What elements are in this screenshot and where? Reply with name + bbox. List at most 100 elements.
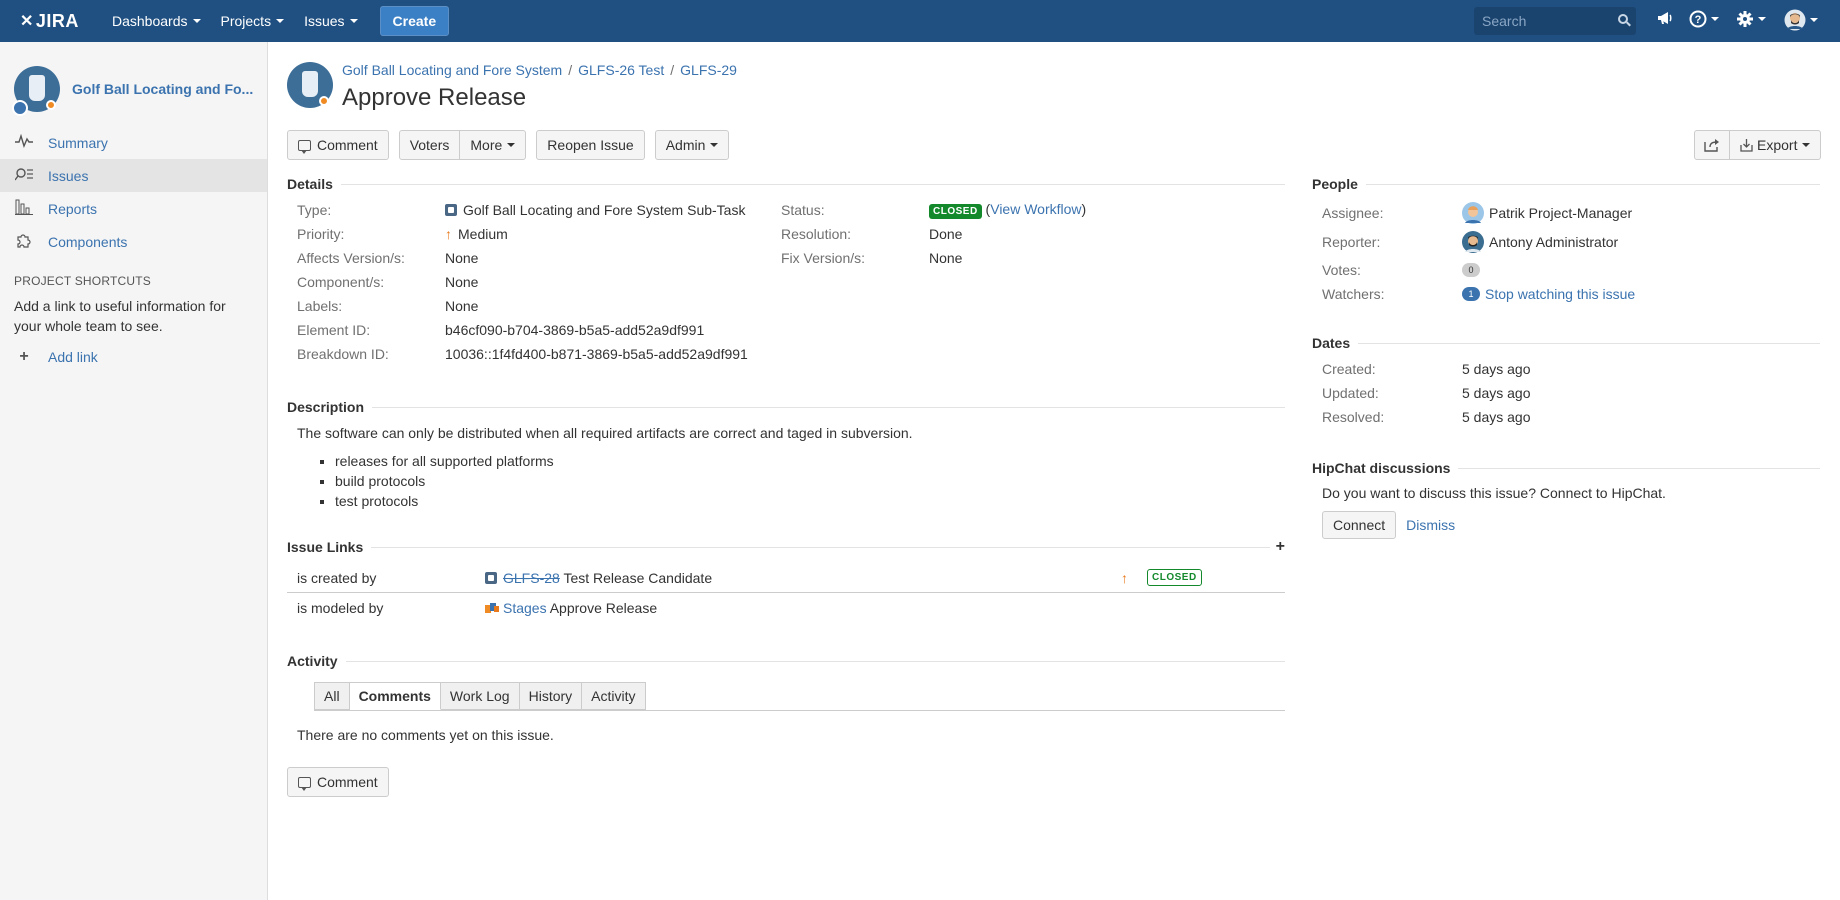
view-workflow-link[interactable]: View Workflow: [990, 201, 1081, 217]
dismiss-link[interactable]: Dismiss: [1406, 517, 1455, 533]
tab-history[interactable]: History: [519, 682, 583, 710]
voters-more-group: Voters More: [398, 130, 527, 160]
watchers-count-badge[interactable]: 1: [1462, 287, 1480, 301]
linked-issue-key[interactable]: GLFS-28: [503, 570, 560, 586]
hipchat-heading: HipChat discussions: [1312, 460, 1820, 476]
voters-button[interactable]: Voters: [398, 130, 461, 160]
sidebar-item-label: Components: [48, 233, 128, 250]
activity-heading: Activity: [287, 653, 1285, 669]
project-badge-icon: [46, 100, 56, 110]
details-left-column: Type: Golf Ball Locating and Fore System …: [287, 198, 781, 366]
sidebar-item-reports[interactable]: Reports: [0, 192, 267, 225]
watchers-row: Watchers: 1 Stop watching this issue: [1322, 286, 1636, 302]
resolved-row: Resolved: 5 days ago: [1322, 409, 1531, 425]
user-avatar[interactable]: [1784, 9, 1818, 31]
create-button[interactable]: Create: [379, 6, 450, 36]
description-bullet: releases for all supported platforms: [335, 451, 1285, 471]
nav-dashboards[interactable]: Dashboards: [112, 0, 201, 42]
votes-row: Votes: 0: [1322, 256, 1820, 283]
assignee-row: Assignee: Patrik Project-Manager: [1322, 198, 1820, 227]
detail-breakdown-id: Breakdown ID: 10036::1f4fd400-b871-3869-b…: [297, 346, 748, 362]
admin-button[interactable]: Admin: [654, 130, 730, 160]
activity-module: Activity All Comments Work Log History A…: [287, 653, 1285, 797]
tab-comments[interactable]: Comments: [349, 682, 441, 710]
nav-issues[interactable]: Issues: [304, 0, 358, 42]
breadcrumb-separator: /: [670, 62, 675, 78]
breadcrumb-project[interactable]: Golf Ball Locating and Fore System: [342, 62, 562, 78]
reporter-name[interactable]: Antony Administrator: [1489, 234, 1618, 250]
votes-count-badge[interactable]: 0: [1462, 262, 1480, 277]
gear-icon[interactable]: [1736, 10, 1766, 28]
tab-all[interactable]: All: [314, 682, 350, 710]
reopen-issue-button[interactable]: Reopen Issue: [536, 130, 645, 160]
add-link-label: Add link: [48, 349, 98, 365]
plus-icon: +: [19, 348, 29, 365]
chevron-down-icon: [710, 143, 719, 147]
add-link-plus-icon[interactable]: +: [1276, 538, 1285, 556]
search-input[interactable]: Search: [1474, 7, 1636, 35]
search-placeholder: Search: [1482, 13, 1527, 29]
add-comment-button[interactable]: Comment: [287, 767, 389, 797]
chevron-down-icon: [1758, 17, 1766, 21]
help-icon[interactable]: ?: [1689, 10, 1719, 28]
description-body[interactable]: The software can only be distributed whe…: [287, 423, 1285, 511]
sidebar-nav: Summary Issues Reports Components: [0, 126, 267, 258]
search-icon: [1618, 14, 1628, 24]
activity-tabs-bar: All Comments Work Log History Activity: [314, 682, 1285, 711]
share-button[interactable]: [1694, 130, 1730, 160]
tab-activity[interactable]: Activity: [582, 682, 646, 710]
people-heading: People: [1312, 176, 1820, 192]
breadcrumb-issue-key[interactable]: GLFS-29: [680, 62, 737, 78]
project-shortcuts-text: Add a link to useful information for you…: [14, 298, 226, 334]
reports-icon: [14, 199, 34, 219]
project-sidebar: Golf Ball Locating and Fo... Summary Iss…: [0, 42, 268, 900]
sidebar-item-label: Issues: [48, 167, 89, 184]
subtask-icon: [485, 571, 497, 584]
detail-element-id: Element ID: b46cf090-b704-3869-b5a5-add52…: [297, 322, 705, 338]
export-button-label: Export: [1757, 137, 1798, 153]
megaphone-icon[interactable]: [1656, 10, 1674, 26]
people-module: People Assignee: Patrik Project-Manager …: [1312, 176, 1820, 305]
updated-row: Updated: 5 days ago: [1322, 385, 1531, 401]
reporter-avatar: [1462, 230, 1484, 253]
chevron-down-icon: [276, 19, 285, 23]
jira-logo[interactable]: ✕ JIRA: [20, 11, 80, 32]
detail-affects-version: Affects Version/s: None: [297, 250, 479, 266]
project-name[interactable]: Golf Ball Locating and Fo...: [72, 81, 253, 97]
add-link-button[interactable]: + Add link: [14, 348, 267, 366]
puzzle-icon: [14, 232, 34, 252]
stop-watching-link[interactable]: Stop watching this issue: [1485, 286, 1635, 302]
link-relation: is modeled by: [297, 600, 384, 616]
issue-toolbar: Comment Voters More Reopen Issue Admin: [287, 130, 730, 160]
activity-tabs: All Comments Work Log History Activity: [314, 682, 1285, 710]
sidebar-item-issues[interactable]: Issues: [0, 159, 267, 192]
project-avatar[interactable]: [287, 62, 333, 108]
sidebar-item-components[interactable]: Components: [0, 225, 267, 258]
svg-text:?: ?: [1695, 14, 1702, 26]
page-title: Approve Release: [342, 84, 527, 111]
project-shortcuts-heading: PROJECT SHORTCUTS: [14, 274, 151, 288]
detail-labels: Labels: None: [297, 298, 479, 314]
breadcrumb-parent-issue[interactable]: GLFS-26 Test: [578, 62, 664, 78]
subtask-icon: [445, 204, 457, 216]
project-header[interactable]: Golf Ball Locating and Fo...: [0, 42, 267, 120]
project-avatar[interactable]: [12, 66, 60, 116]
pulse-icon: [14, 133, 34, 152]
comment-button[interactable]: Comment: [287, 130, 389, 160]
tab-work-log[interactable]: Work Log: [440, 682, 520, 710]
issue-link-row: is modeled by Stages Approve Release: [287, 593, 1285, 623]
details-heading: Details: [287, 176, 1285, 192]
export-button[interactable]: Export: [1730, 130, 1822, 160]
nav-projects[interactable]: Projects: [221, 0, 285, 42]
more-button[interactable]: More: [460, 130, 527, 160]
sidebar-item-label: Reports: [48, 200, 98, 217]
assignee-name[interactable]: Patrik Project-Manager: [1489, 205, 1632, 221]
project-badge-icon: [319, 96, 329, 106]
linked-item-stages[interactable]: Stages: [503, 600, 547, 616]
priority-up-arrow-icon: ↑: [1121, 569, 1128, 586]
detail-type: Type: Golf Ball Locating and Fore System …: [297, 202, 746, 218]
sidebar-item-summary[interactable]: Summary: [0, 126, 267, 159]
export-icon: [1740, 138, 1753, 152]
connect-button[interactable]: Connect: [1322, 511, 1397, 539]
description-bullet: test protocols: [335, 491, 1285, 511]
